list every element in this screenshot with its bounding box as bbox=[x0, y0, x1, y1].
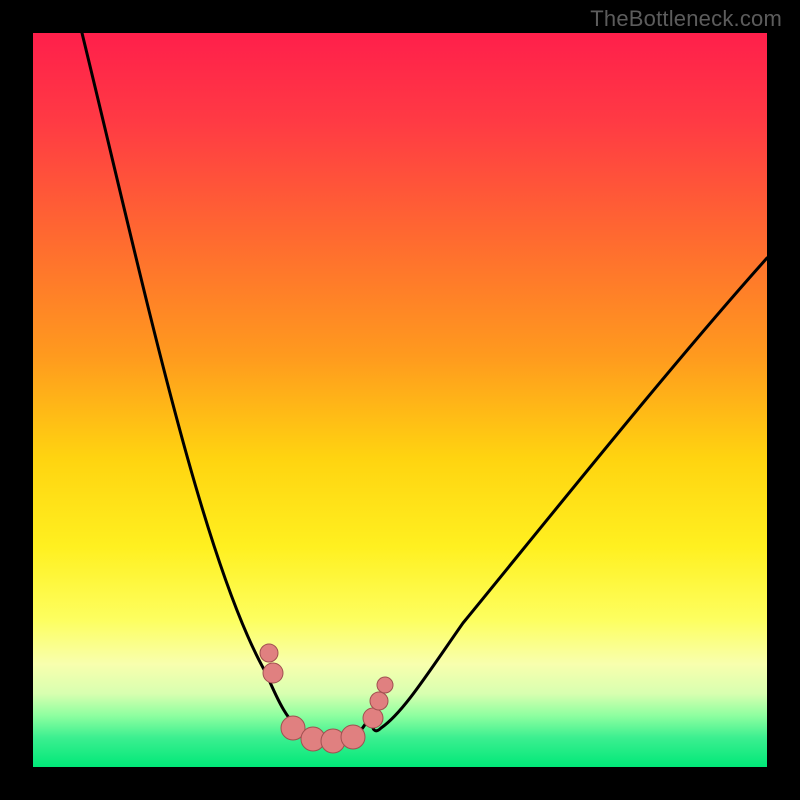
watermark-text: TheBottleneck.com bbox=[590, 6, 782, 32]
left-curve bbox=[82, 33, 371, 741]
right-curve bbox=[371, 258, 767, 731]
data-dot bbox=[377, 677, 393, 693]
curve-layer bbox=[33, 33, 767, 767]
data-dot bbox=[260, 644, 278, 662]
data-dots bbox=[260, 644, 393, 753]
data-dot bbox=[263, 663, 283, 683]
data-dot bbox=[370, 692, 388, 710]
data-dot bbox=[363, 708, 383, 728]
data-dot bbox=[341, 725, 365, 749]
chart-frame: TheBottleneck.com bbox=[0, 0, 800, 800]
plot-area bbox=[33, 33, 767, 767]
